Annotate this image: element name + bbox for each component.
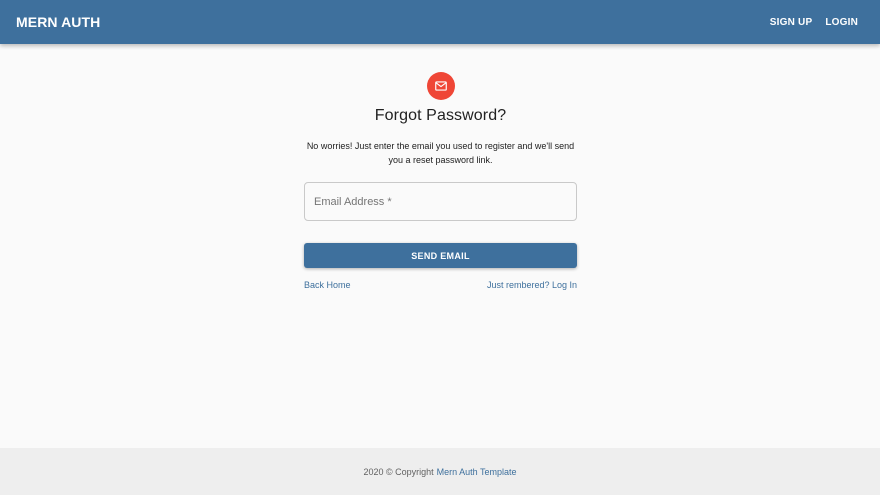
forgot-password-form: Forgot Password? No worries! Just enter … — [304, 44, 577, 290]
mail-icon — [434, 79, 448, 93]
page-title: Forgot Password? — [374, 107, 507, 124]
form-description: No worries! Just enter the email you use… — [306, 141, 575, 165]
app-bar: MERN AUTH SIGN UP LOGIN — [0, 0, 880, 44]
avatar — [426, 72, 455, 100]
signup-button[interactable]: SIGN UP — [764, 11, 819, 34]
copyright-text: 2020 © Copyright — [363, 466, 434, 477]
email-field[interactable] — [304, 182, 577, 221]
login-button[interactable]: LOGIN — [819, 11, 864, 34]
footer: 2020 © Copyright Mern Auth Template — [0, 448, 880, 495]
main-content: Forgot Password? No worries! Just enter … — [0, 44, 880, 448]
footer-link[interactable]: Mern Auth Template — [437, 467, 517, 477]
send-email-button[interactable]: SEND EMAIL — [304, 243, 577, 268]
back-home-link[interactable]: Back Home — [304, 280, 351, 290]
form-links: Back Home Just rembered? Log In — [304, 280, 577, 290]
email-input[interactable] — [314, 195, 567, 208]
header-nav: SIGN UP LOGIN — [764, 11, 864, 34]
brand-logo[interactable]: MERN AUTH — [16, 14, 100, 30]
login-link[interactable]: Just rembered? Log In — [487, 280, 577, 290]
